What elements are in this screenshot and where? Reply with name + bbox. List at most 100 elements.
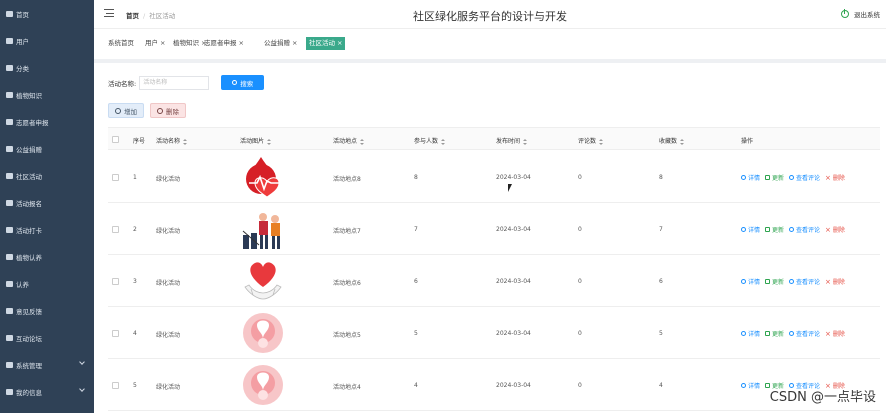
sidebar-item-label: 志愿者申报 (16, 118, 49, 127)
close-icon[interactable]: × (239, 39, 244, 47)
update-button[interactable]: 更新 (765, 173, 784, 182)
close-icon[interactable]: × (292, 39, 297, 47)
view-comments-button[interactable]: 查看评论 (789, 173, 820, 182)
adopt2-icon (6, 280, 13, 287)
row-checkbox[interactable] (112, 330, 119, 337)
sidebar-item[interactable]: 系统管理 (0, 351, 94, 378)
sort-icon (267, 138, 272, 145)
header-favs[interactable]: 收藏数 (659, 136, 685, 145)
header-people[interactable]: 参与人数 (414, 136, 446, 145)
sidebar-item[interactable]: 植物知识 (0, 81, 94, 108)
row-delete-button[interactable]: × 删除 (825, 225, 845, 235)
sidebar-item[interactable]: 活动报名 (0, 189, 94, 216)
sidebar-item-label: 公益捐赠 (16, 145, 42, 154)
tag-item[interactable]: 志愿者申报 × (204, 37, 244, 50)
mouse-cursor-icon (508, 184, 512, 192)
row-operations: 详情 更新 查看评论 × 删除 (741, 277, 850, 286)
sidebar-item[interactable]: 意见反馈 (0, 297, 94, 324)
sidebar-item[interactable]: 植物认养 (0, 243, 94, 270)
select-all-checkbox[interactable] (112, 136, 119, 143)
header-image[interactable]: 活动图片 (240, 136, 272, 145)
view-comments-button[interactable]: 查看评论 (789, 329, 820, 338)
sidebar-item[interactable]: 用户 (0, 27, 94, 54)
cell-time: 2024-03-04 (496, 174, 531, 181)
row-delete-button[interactable]: × 删除 (825, 173, 845, 183)
detail-label: 详情 (748, 279, 761, 286)
sidebar-item[interactable]: 首页 (0, 0, 94, 27)
header-name[interactable]: 活动名称 (156, 136, 188, 145)
activity-image (239, 257, 287, 305)
add-button[interactable]: 增加 (108, 103, 144, 118)
tag-item[interactable]: 用户 × (145, 37, 165, 50)
batch-delete-button[interactable]: 删除 (150, 103, 186, 118)
edit-icon (765, 227, 771, 232)
detail-button[interactable]: 详情 (741, 277, 760, 286)
sidebar-item[interactable]: 互动论坛 (0, 324, 94, 351)
sidebar-item-label: 社区活动 (16, 172, 42, 181)
row-checkbox[interactable] (112, 226, 119, 233)
delete-icon (157, 107, 163, 114)
close-icon[interactable]: × (160, 39, 165, 47)
update-button[interactable]: 更新 (765, 277, 784, 286)
row-operations: 详情 更新 查看评论 × 删除 (741, 329, 850, 338)
power-icon (841, 9, 849, 18)
sidebar-item-label: 我的信息 (16, 388, 42, 397)
sidebar-item[interactable]: 我的信息 (0, 378, 94, 405)
cell-place: 活动地点6 (333, 280, 361, 287)
sort-icon (680, 138, 685, 145)
row-checkbox[interactable] (112, 382, 119, 389)
tag-item[interactable]: 植物知识 × (173, 37, 206, 50)
header-place[interactable]: 活动地点 (333, 136, 365, 145)
activity-image (239, 361, 287, 409)
cell-people: 6 (414, 278, 418, 285)
detail-button[interactable]: 详情 (741, 173, 760, 182)
cell-people: 8 (414, 174, 418, 181)
row-checkbox[interactable] (112, 174, 119, 181)
sidebar-menu: 首页用户分类 植物知识志愿者申报公益捐赠社区活动活动报名 活动打卡 植物认养认养意见反… (0, 0, 94, 405)
add-icon (115, 107, 121, 114)
header-place-label: 活动地点 (333, 138, 358, 145)
sidebar-item[interactable]: 公益捐赠 (0, 135, 94, 162)
search-button[interactable]: 搜索 (221, 75, 265, 90)
row-delete-button[interactable]: × 删除 (825, 277, 845, 287)
batch-delete-label: 删除 (166, 107, 179, 116)
sidebar-item-label: 认养 (16, 280, 29, 289)
sidebar-item[interactable]: 社区活动 (0, 162, 94, 189)
signup-icon (6, 199, 13, 206)
header-time-label: 发布时间 (496, 138, 521, 145)
sidebar-item[interactable]: 志愿者申报 (0, 108, 94, 135)
header-image-label: 活动图片 (240, 138, 265, 145)
update-button[interactable]: 更新 (765, 225, 784, 234)
update-button[interactable]: 更新 (765, 329, 784, 338)
detail-button[interactable]: 详情 (741, 381, 760, 390)
close-icon[interactable]: × (337, 39, 342, 47)
detail-label: 详情 (748, 331, 761, 338)
view-comments-button[interactable]: 查看评论 (789, 277, 820, 286)
logout-button[interactable]: 退出系统 (841, 9, 880, 19)
cell-time: 2024-03-04 (496, 226, 531, 233)
detail-label: 详情 (748, 383, 761, 390)
sidebar-item-label: 意见反馈 (16, 307, 42, 316)
volunteer-icon (6, 118, 13, 125)
tag-item[interactable]: 公益捐赠 × (264, 37, 297, 50)
view-comments-button[interactable]: 查看评论 (789, 225, 820, 234)
header-time[interactable]: 发布时间 (496, 136, 528, 145)
sidebar-item[interactable]: 活动打卡 (0, 216, 94, 243)
tag-item[interactable]: 系统首页 (108, 37, 134, 50)
sidebar-item-label: 用户 (16, 37, 29, 46)
cell-comments: 0 (578, 278, 582, 285)
detail-button[interactable]: 详情 (741, 329, 760, 338)
header-people-label: 参与人数 (414, 138, 439, 145)
update-label: 更新 (772, 331, 785, 338)
sidebar-item[interactable]: 认养 (0, 270, 94, 297)
sidebar-item[interactable]: 分类 (0, 54, 94, 81)
header-comments[interactable]: 评论数 (578, 136, 604, 145)
cell-place: 活动地点4 (333, 384, 361, 391)
detail-button[interactable]: 详情 (741, 225, 760, 234)
tag-label: 系统首页 (108, 39, 134, 47)
tag-item[interactable]: 社区活动 × (306, 37, 346, 50)
row-checkbox[interactable] (112, 278, 119, 285)
cell-no: 3 (133, 278, 137, 285)
search-input[interactable]: 活动名称 (139, 75, 210, 90)
row-delete-button[interactable]: × 删除 (825, 329, 845, 339)
